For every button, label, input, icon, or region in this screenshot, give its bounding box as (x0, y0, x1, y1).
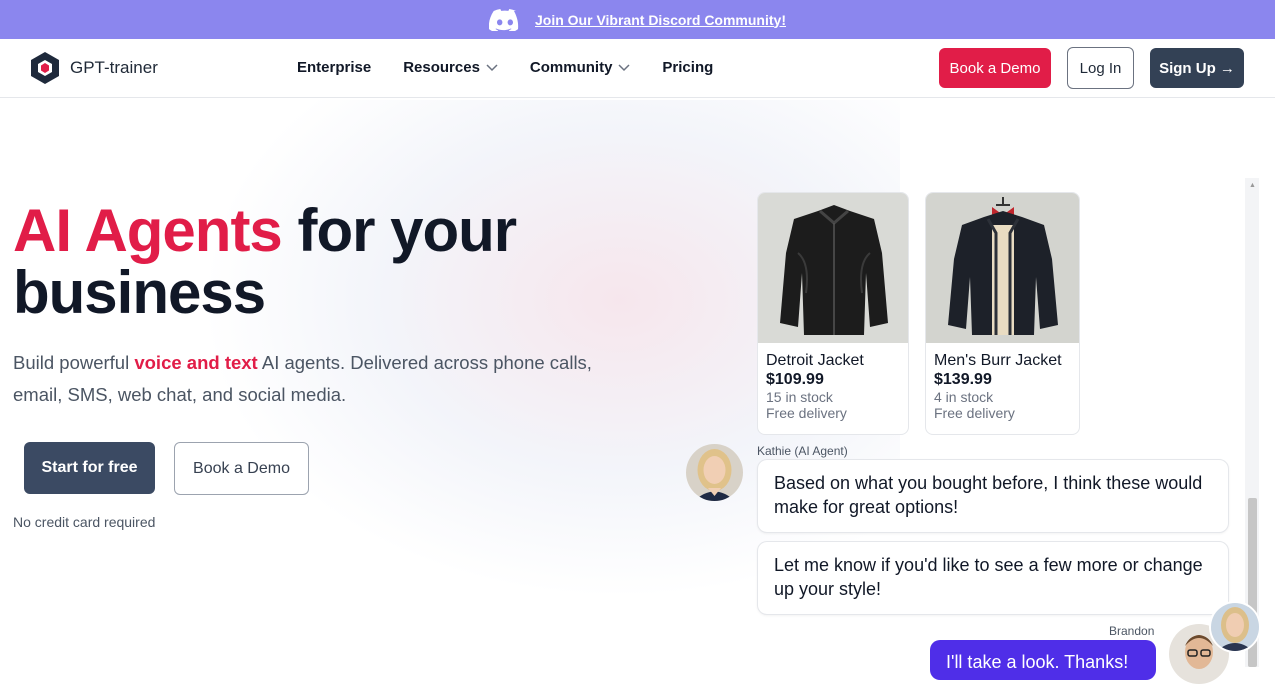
login-button[interactable]: Log In (1067, 47, 1134, 89)
discord-banner: Join Our Vibrant Discord Community! (0, 0, 1275, 39)
product-price: $109.99 (766, 371, 824, 388)
agent-message: Let me know if you'd like to see a few m… (757, 541, 1229, 615)
chat-launcher-avatar[interactable] (1209, 601, 1261, 653)
jacket-image (926, 193, 1079, 343)
hero-subtitle: Build powerful voice and text AI agents.… (13, 347, 613, 411)
hero-book-demo-button[interactable]: Book a Demo (174, 442, 309, 495)
main-menu: Enterprise Resources Community Pricing (297, 59, 713, 76)
jacket-image (758, 193, 908, 343)
discord-link[interactable]: Join Our Vibrant Discord Community! (535, 12, 786, 28)
brand-logo[interactable]: GPT-trainer (28, 51, 158, 85)
product-card[interactable]: Detroit Jacket $109.99 15 in stock Free … (757, 192, 909, 435)
chevron-down-icon (618, 63, 630, 71)
product-delivery: Free delivery (766, 405, 847, 421)
book-demo-button[interactable]: Book a Demo (939, 48, 1051, 88)
agent-name: Kathie (AI Agent) (757, 444, 848, 458)
brand-name: GPT-trainer (70, 58, 158, 77)
chevron-down-icon (486, 63, 498, 71)
product-stock: 4 in stock (934, 389, 994, 405)
agent-message: Based on what you bought before, I think… (757, 459, 1229, 533)
hero-title-accent: AI Agents (13, 197, 283, 264)
nav-label: Community (529, 59, 613, 76)
nav-item-resources[interactable]: Resources (403, 59, 498, 76)
product-name: Detroit Jacket (766, 352, 864, 369)
hero-title: AI Agents for your business (13, 200, 573, 324)
scroll-up-icon[interactable]: ▲ (1248, 182, 1257, 190)
product-price: $139.99 (934, 371, 992, 388)
subtitle-accent: voice and text (134, 352, 258, 373)
nav-label: Enterprise (297, 59, 372, 76)
subtitle-text: Build powerful (13, 352, 135, 373)
no-credit-card-note: No credit card required (13, 514, 156, 530)
nav-item-enterprise[interactable]: Enterprise (297, 59, 371, 76)
user-name: Brandon (1109, 624, 1155, 638)
user-message: I'll take a look. Thanks! (930, 640, 1156, 680)
product-card[interactable]: Men's Burr Jacket $139.99 4 in stock Fre… (925, 192, 1080, 435)
discord-icon (489, 8, 519, 31)
nav-item-community[interactable]: Community (530, 59, 631, 76)
nav-label: Pricing (662, 59, 714, 76)
nav-label: Resources (403, 59, 480, 76)
signup-button[interactable]: Sign Up → (1150, 48, 1244, 88)
product-delivery: Free delivery (934, 405, 1015, 421)
product-stock: 15 in stock (766, 389, 833, 405)
nav-item-pricing[interactable]: Pricing (662, 59, 713, 76)
product-name: Men's Burr Jacket (934, 352, 1062, 369)
logo-icon (31, 52, 59, 84)
start-free-button[interactable]: Start for free (24, 442, 155, 494)
agent-avatar (686, 444, 743, 501)
